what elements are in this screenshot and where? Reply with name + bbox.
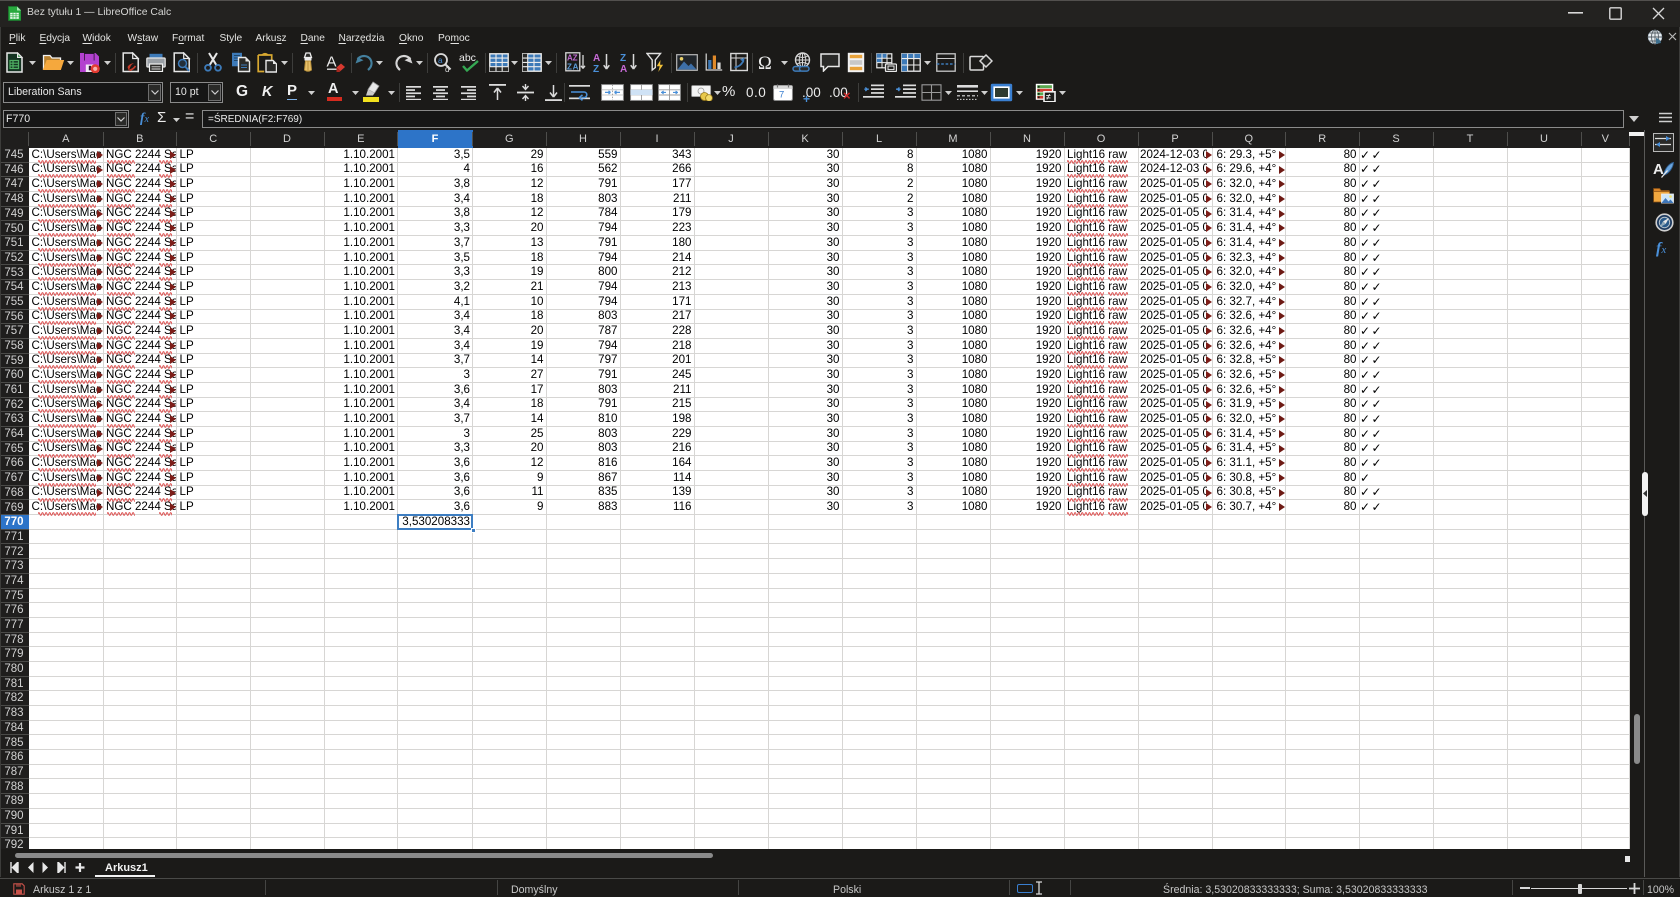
svg-text:Z: Z <box>620 53 626 64</box>
svg-text:A: A <box>327 54 337 71</box>
svg-text:≠: ≠ <box>1046 92 1051 102</box>
svg-text:Z: Z <box>593 64 599 73</box>
svg-text:Ω: Ω <box>758 54 772 72</box>
svg-text:Z: Z <box>567 62 572 71</box>
svg-text:Z: Z <box>573 54 578 63</box>
svg-text:A: A <box>620 64 627 73</box>
svg-text:A: A <box>573 62 579 71</box>
svg-text:A: A <box>1653 161 1664 178</box>
svg-text:a: a <box>438 56 443 65</box>
svg-text:A: A <box>593 53 600 64</box>
svg-text:abc: abc <box>459 52 476 64</box>
svg-text:7: 7 <box>779 90 784 101</box>
svg-text:d: d <box>445 65 449 73</box>
